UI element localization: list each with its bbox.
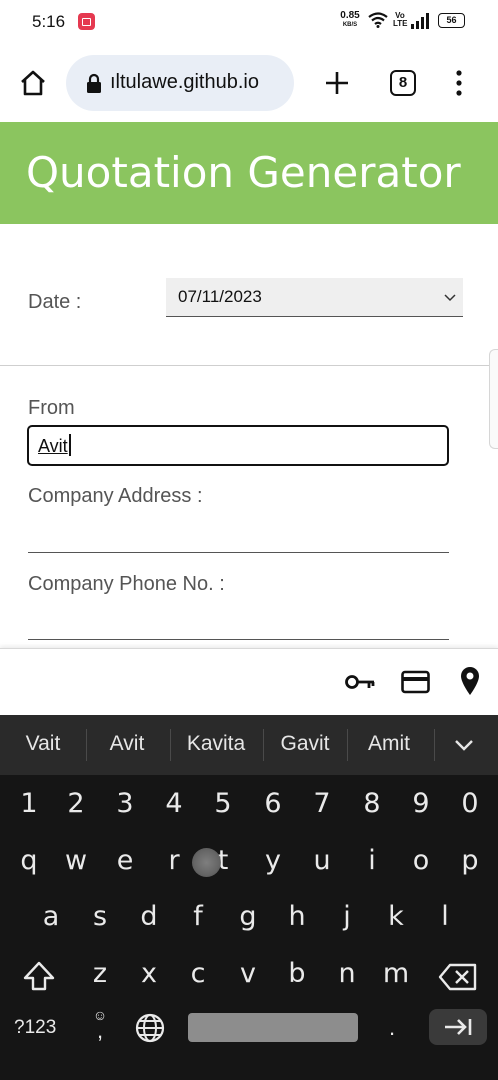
key-h[interactable]: h [277, 901, 317, 932]
key-0[interactable]: 0 [450, 788, 490, 819]
page-header: Quotation Generator [0, 122, 498, 224]
key-6[interactable]: 6 [253, 788, 293, 819]
status-bar: 5:16 0.85 KB/S Vo LTE 56 [0, 0, 498, 44]
suggestion-separator [263, 729, 264, 761]
company-phone-input[interactable] [28, 639, 449, 640]
suggestion-item[interactable]: Gavit [265, 732, 345, 756]
emoji-comma-key[interactable]: ☺ , [88, 1008, 112, 1046]
suggestion-item[interactable]: Kavita [172, 732, 260, 756]
chevron-down-icon[interactable] [453, 737, 475, 753]
key-e[interactable]: e [105, 845, 145, 876]
key-a[interactable]: a [31, 901, 71, 932]
text-caret [69, 434, 71, 456]
location-pin-icon[interactable] [460, 666, 480, 696]
key-1[interactable]: 1 [9, 788, 49, 819]
key-3[interactable]: 3 [105, 788, 145, 819]
key-v[interactable]: v [228, 958, 268, 989]
key-j[interactable]: j [327, 901, 367, 932]
key-g[interactable]: g [228, 901, 268, 932]
period-key[interactable]: . [389, 1015, 395, 1041]
autofill-bar [0, 648, 498, 715]
scrollbar-thumb[interactable] [489, 349, 498, 449]
tab-switcher-button[interactable]: 8 [390, 70, 416, 96]
browser-toolbar: ıltulawe.github.io 8 [0, 44, 498, 122]
key-y[interactable]: y [253, 845, 293, 876]
key-d[interactable]: d [129, 901, 169, 932]
section-divider [0, 365, 498, 366]
suggestion-item[interactable]: Amit [349, 732, 429, 756]
tab-arrow-icon [445, 1019, 472, 1035]
home-icon[interactable] [18, 68, 48, 98]
page-title: Quotation Generator [26, 148, 461, 197]
key-w[interactable]: w [56, 845, 96, 876]
date-value: 07/11/2023 [178, 287, 262, 306]
key-r[interactable]: r [154, 845, 194, 876]
keyboard: Vait Avit Kavita Gavit Amit 1 2 3 4 5 6 … [0, 715, 498, 1080]
comma-label: , [96, 1018, 104, 1043]
chevron-down-icon [444, 294, 456, 302]
network-speed: 0.85 KB/S [338, 11, 362, 29]
key-c[interactable]: c [178, 958, 218, 989]
volte-icon: Vo LTE [393, 11, 408, 28]
suggestion-item[interactable]: Avit [88, 732, 166, 756]
more-menu-icon[interactable] [447, 68, 471, 98]
status-time: 5:16 [32, 12, 66, 31]
lock-icon [87, 73, 101, 93]
key-x[interactable]: x [129, 958, 169, 989]
space-bar[interactable] [188, 1013, 358, 1042]
key-m[interactable]: m [376, 958, 416, 989]
date-select[interactable]: 07/11/2023 [166, 278, 463, 317]
from-input-value: Avit [38, 436, 68, 456]
key-l[interactable]: l [425, 901, 465, 932]
key-u[interactable]: u [302, 845, 342, 876]
credit-card-icon[interactable] [401, 670, 430, 694]
suggestion-bar: Vait Avit Kavita Gavit Amit [0, 715, 498, 775]
key-i[interactable]: i [352, 845, 392, 876]
globe-icon[interactable] [135, 1013, 165, 1043]
key-n[interactable]: n [327, 958, 367, 989]
key-z[interactable]: z [80, 958, 120, 989]
url-text: ıltulawe.github.io [110, 71, 259, 93]
key-s[interactable]: s [80, 901, 120, 932]
key-q[interactable]: q [9, 845, 49, 876]
key-2[interactable]: 2 [56, 788, 96, 819]
key-4[interactable]: 4 [154, 788, 194, 819]
touch-indicator [192, 848, 221, 877]
suggestion-separator [434, 729, 435, 761]
next-field-button[interactable] [429, 1009, 487, 1045]
from-input[interactable]: Avit [27, 425, 449, 466]
battery-icon: 56 [438, 13, 465, 28]
network-speed-unit: KB/S [342, 22, 358, 28]
shift-icon[interactable] [22, 960, 56, 992]
wifi-icon [368, 12, 388, 28]
backspace-icon[interactable] [438, 963, 478, 991]
screen-record-icon [78, 13, 95, 30]
suggestion-separator [86, 729, 87, 761]
key-8[interactable]: 8 [352, 788, 392, 819]
signal-icon [411, 13, 429, 29]
key-9[interactable]: 9 [401, 788, 441, 819]
key-o[interactable]: o [401, 845, 441, 876]
key-b[interactable]: b [277, 958, 317, 989]
suggestion-item[interactable]: Vait [4, 732, 82, 756]
symbols-key[interactable]: ?123 [14, 1017, 56, 1039]
key-icon[interactable] [344, 671, 376, 693]
date-label: Date : [28, 291, 82, 313]
company-address-label: Company Address : [28, 485, 203, 507]
network-speed-value: 0.85 [340, 10, 360, 21]
company-address-input[interactable] [28, 552, 449, 553]
key-5[interactable]: 5 [203, 788, 243, 819]
suggestion-separator [170, 729, 171, 761]
suggestion-separator [347, 729, 348, 761]
key-f[interactable]: f [178, 901, 218, 932]
key-p[interactable]: p [450, 845, 490, 876]
key-k[interactable]: k [376, 901, 416, 932]
from-label: From [28, 397, 75, 419]
key-7[interactable]: 7 [302, 788, 342, 819]
new-tab-icon[interactable] [322, 68, 352, 98]
address-bar[interactable]: ıltulawe.github.io [66, 55, 294, 111]
company-phone-label: Company Phone No. : [28, 573, 225, 595]
